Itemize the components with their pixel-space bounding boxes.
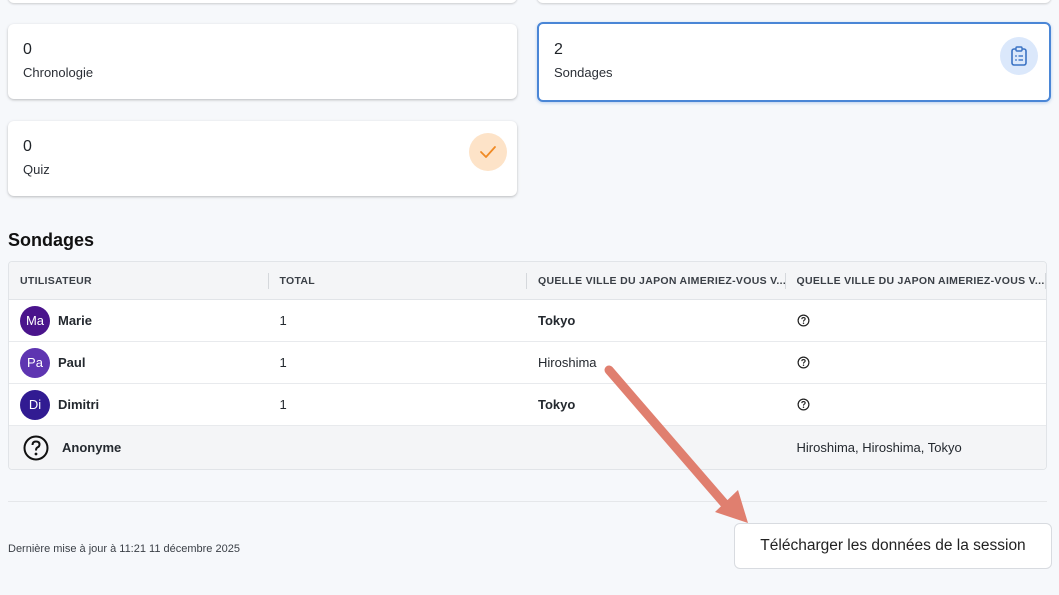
card-count: 2 [554,41,563,58]
user-name: Anonyme [62,440,122,455]
question-circle-icon [23,435,49,460]
card-count: 0 [23,138,32,155]
answer-cell: Tokyo [538,397,576,412]
last-update-text: Dernière mise à jour à 11:21 11 décembre… [8,543,240,555]
footer-divider [8,501,1047,502]
card-label: Quiz [23,162,50,177]
stat-card-chronologie[interactable]: 0 Chronologie [8,24,517,99]
user-name: Marie [58,313,92,328]
table-row[interactable]: Ma Marie 1 Tokyo [9,300,1046,342]
avatar: Ma [20,305,50,336]
user-name: Dimitri [58,397,100,412]
card-label: Chronologie [23,65,94,80]
summary-answers: Hiroshima, Hiroshima, Tokyo [796,440,962,455]
summary-row-anonyme: Anonyme Hiroshima, Hiroshima, Tokyo [9,426,1046,469]
answer-cell: Hiroshima [538,355,597,370]
card-above-left [8,0,517,3]
column-header-question-2[interactable]: QUELLE VILLE DU JAPON AIMERIEZ-VOUS V... [786,262,1046,299]
question-circle-icon [797,398,809,411]
total-cell: 1 [279,313,287,328]
table-row[interactable]: Pa Paul 1 Hiroshima [9,342,1046,384]
table-header: UTILISATEUR TOTAL QUELLE VILLE DU JAPON … [9,262,1046,300]
clipboard-list-icon [1000,37,1038,75]
column-header-question-1[interactable]: QUELLE VILLE DU JAPON AIMERIEZ-VOUS V... [527,262,786,299]
total-cell: 1 [279,355,287,370]
answer-cell: Tokyo [538,313,576,328]
column-header-total[interactable]: TOTAL [269,262,527,299]
question-circle-icon [797,314,809,327]
card-label: Sondages [554,65,613,80]
card-count: 0 [23,41,32,58]
question-circle-icon [797,356,809,369]
checkmark-icon [469,133,507,171]
download-session-data-button[interactable]: Télécharger les données de la session [734,523,1052,569]
avatar: Pa [20,347,50,378]
total-cell: 1 [279,397,287,412]
section-title: Sondages [8,230,95,250]
avatar: Di [20,389,50,420]
column-header-utilisateur[interactable]: UTILISATEUR [9,262,269,299]
card-above-right [537,0,1051,3]
stat-card-sondages[interactable]: 2 Sondages [537,22,1051,102]
table-row[interactable]: Di Dimitri 1 Tokyo [9,384,1046,426]
user-name: Paul [58,355,86,370]
results-table: UTILISATEUR TOTAL QUELLE VILLE DU JAPON … [8,261,1047,470]
stat-card-quiz[interactable]: 0 Quiz [8,121,517,196]
